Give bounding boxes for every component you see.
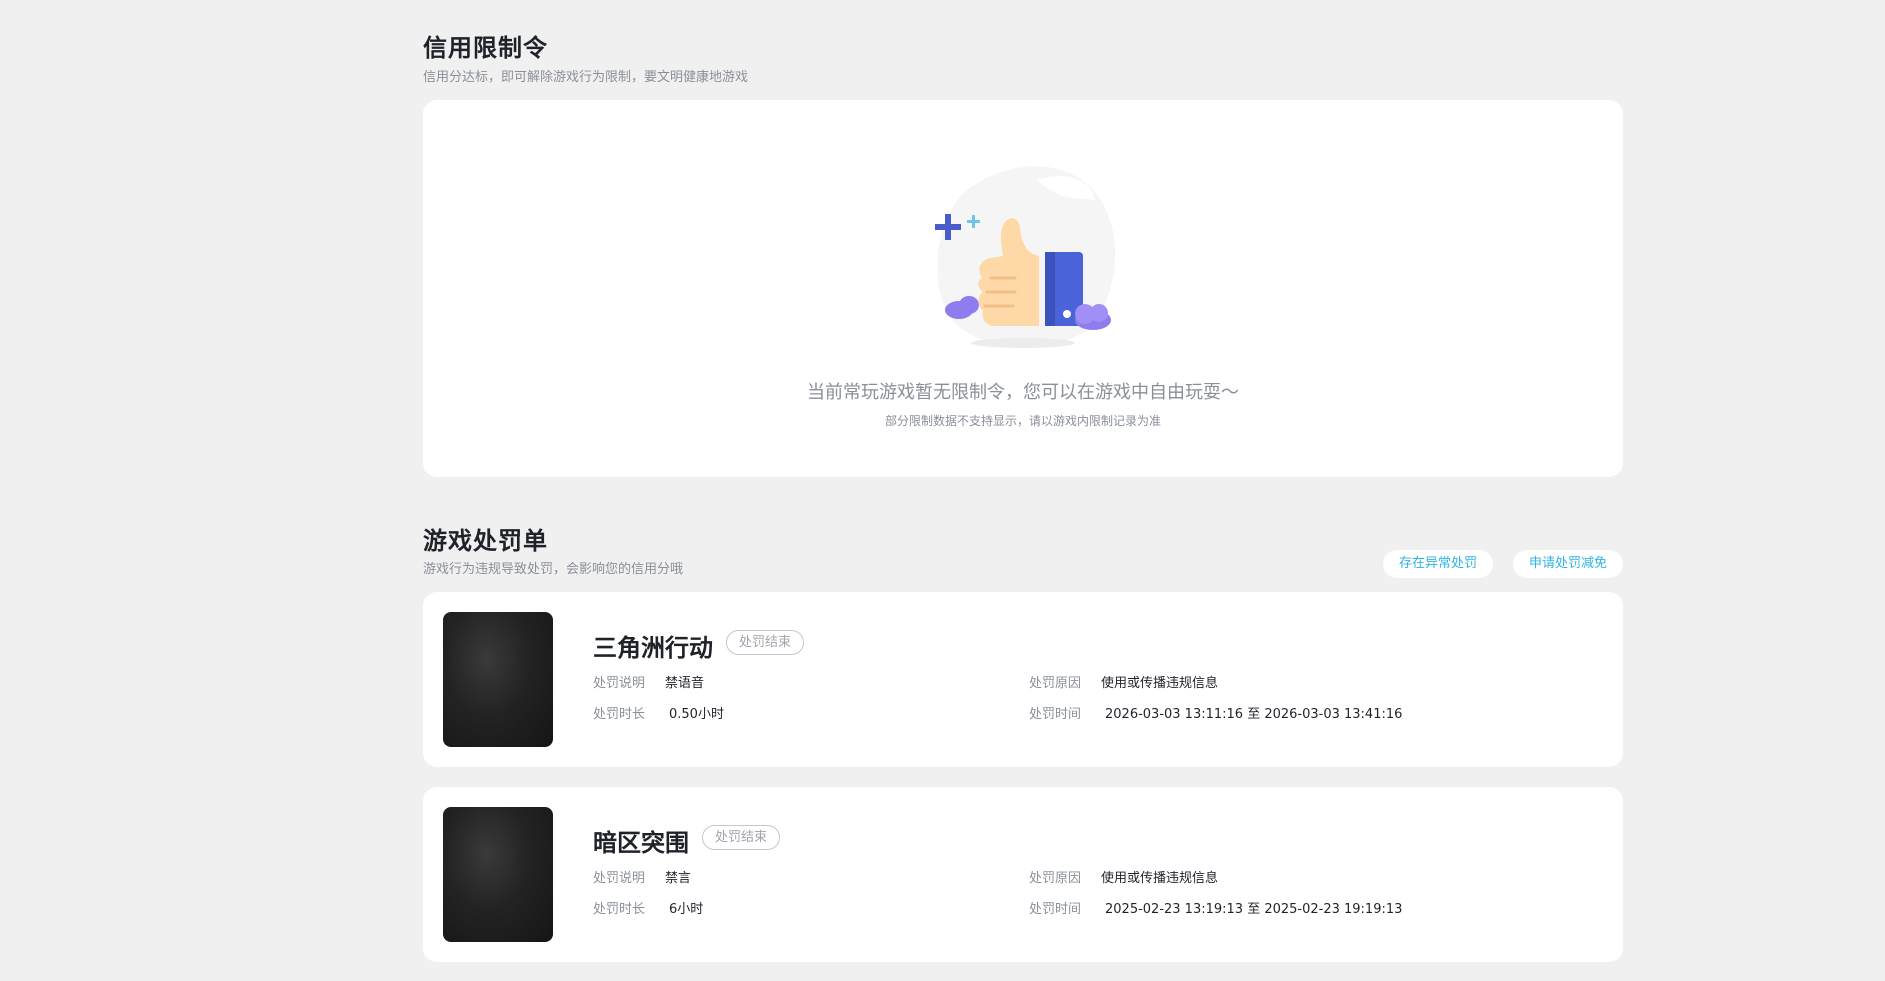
reason-label: 处罚原因	[1029, 676, 1082, 691]
empty-state-note: 部分限制数据不支持显示，请以游戏内限制记录为准	[884, 414, 1161, 428]
desc-label: 处罚说明	[593, 871, 646, 886]
duration-label: 处罚时长	[593, 902, 646, 917]
desc-value: 禁语音	[665, 676, 705, 691]
credit-section-subtitle: 信用分达标，即可解除游戏行为限制，要文明健康地游戏	[423, 70, 749, 85]
desc-label: 处罚说明	[593, 676, 646, 691]
punishment-card: 暗区突围 处罚结束 处罚说明 禁言 处罚时长 6小时 处罚原因 使用或传播违规信…	[423, 787, 1623, 962]
punish-section-title: 游戏处罚单	[423, 527, 548, 555]
game-name: 三角洲行动	[593, 634, 713, 662]
game-cover-image	[443, 807, 553, 942]
status-badge: 处罚结束	[702, 825, 781, 850]
time-label: 处罚时间	[1029, 902, 1082, 917]
desc-value: 禁言	[665, 871, 692, 886]
punish-section-subtitle: 游戏行为违规导致处罚，会影响您的信用分哦	[423, 562, 684, 577]
time-value: 2025-02-23 13:19:13 至 2025-02-23 19:19:1…	[1105, 902, 1403, 917]
punishment-card: 三角洲行动 处罚结束 处罚说明 禁语音 处罚时长 0.50小时 处罚原因 使用或…	[423, 592, 1623, 767]
duration-value: 6小时	[669, 902, 704, 917]
time-label: 处罚时间	[1029, 707, 1082, 722]
credit-restriction-card: 当前常玩游戏暂无限制令，您可以在游戏中自由玩耍～ 部分限制数据不支持显示，请以游…	[423, 100, 1623, 477]
game-name: 暗区突围	[593, 829, 689, 857]
credit-section-title: 信用限制令	[423, 34, 548, 62]
duration-value: 0.50小时	[669, 707, 724, 722]
reason-value: 使用或传播违规信息	[1101, 871, 1219, 886]
duration-label: 处罚时长	[593, 707, 646, 722]
status-badge: 处罚结束	[726, 630, 805, 655]
abnormal-punishment-button[interactable]: 存在异常处罚	[1383, 550, 1493, 578]
game-cover-image	[443, 612, 553, 747]
thumbs-up-icon	[935, 166, 1116, 348]
apply-reduction-button[interactable]: 申请处罚减免	[1513, 550, 1623, 578]
empty-state-message: 当前常玩游戏暂无限制令，您可以在游戏中自由玩耍～	[807, 382, 1239, 403]
reason-value: 使用或传播违规信息	[1101, 676, 1219, 691]
time-value: 2026-03-03 13:11:16 至 2026-03-03 13:41:1…	[1105, 707, 1403, 722]
reason-label: 处罚原因	[1029, 871, 1082, 886]
